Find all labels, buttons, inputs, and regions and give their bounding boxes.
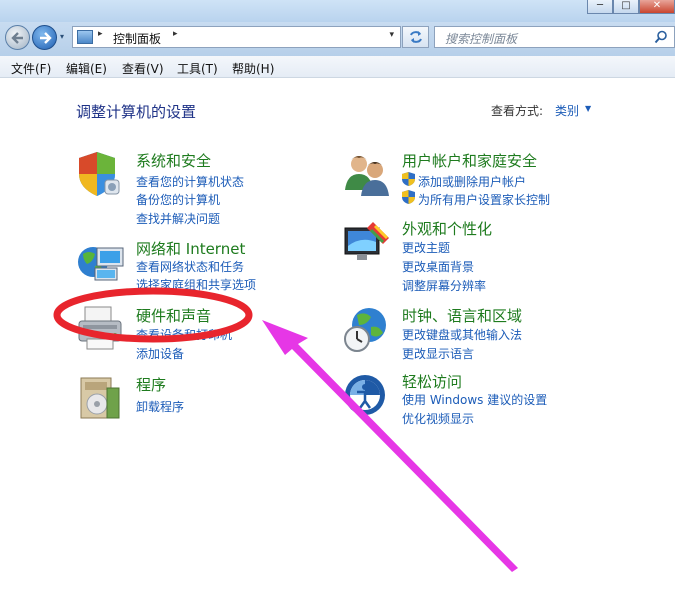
menu-tools[interactable]: 工具(T) (177, 60, 218, 77)
breadcrumb-control-panel[interactable]: 控制面板 (113, 30, 161, 47)
arrow-right-icon (40, 32, 52, 44)
address-dropdown[interactable]: ▾ (389, 30, 394, 40)
recent-pages-dropdown[interactable]: ▾ (60, 30, 70, 44)
category-title[interactable]: 硬件和声音 (136, 305, 211, 326)
view-by-dropdown[interactable]: 类别 (555, 102, 579, 119)
category-title[interactable]: 用户帐户和家庭安全 (402, 150, 537, 171)
link-change-display-language[interactable]: 更改显示语言 (402, 345, 474, 362)
pointer-arrow (262, 320, 518, 572)
programs-icon (80, 377, 120, 419)
link-add-remove-user[interactable]: 添加或删除用户帐户 (418, 173, 526, 190)
search-placeholder: 搜索控制面板 (445, 32, 518, 46)
link-troubleshoot[interactable]: 查找并解决问题 (136, 210, 220, 227)
close-button[interactable]: ✕ (639, 0, 675, 14)
minimize-button[interactable]: ─ (587, 0, 613, 14)
link-change-desktop-background[interactable]: 更改桌面背景 (402, 258, 474, 275)
title-bar: ─ □ ✕ (0, 0, 675, 22)
annotation-overlay (53, 287, 518, 572)
menu-edit[interactable]: 编辑(E) (66, 60, 107, 77)
link-view-computer-status[interactable]: 查看您的计算机状态 (136, 173, 244, 190)
link-homegroup-sharing[interactable]: 选择家庭组和共享选项 (136, 276, 256, 293)
ease-of-access-icon (345, 375, 385, 415)
category-title[interactable]: 时钟、语言和区域 (402, 305, 522, 326)
search-input[interactable]: 搜索控制面板 (434, 26, 675, 48)
arrow-left-icon (11, 32, 23, 44)
menu-help[interactable]: 帮助(H) (232, 60, 274, 77)
menu-view[interactable]: 查看(V) (122, 60, 164, 77)
chevron-down-icon[interactable]: ▼ (585, 104, 591, 113)
link-change-theme[interactable]: 更改主题 (402, 239, 450, 256)
breadcrumb-separator[interactable]: ▸ (98, 29, 103, 39)
link-parental-controls[interactable]: 为所有用户设置家长控制 (418, 191, 550, 208)
category-title[interactable]: 网络和 Internet (136, 238, 245, 259)
forward-button[interactable] (32, 25, 57, 50)
link-backup-computer[interactable]: 备份您的计算机 (136, 191, 220, 208)
link-windows-recommended-settings[interactable]: 使用 Windows 建议的设置 (402, 391, 547, 408)
window-controls: ─ □ ✕ (587, 0, 675, 14)
category-title[interactable]: 程序 (136, 374, 166, 395)
control-panel-icon (77, 30, 93, 44)
address-bar[interactable]: ▸ 控制面板 ▸ ▾ (72, 26, 401, 48)
link-view-network-status[interactable]: 查看网络状态和任务 (136, 258, 244, 275)
refresh-icon (410, 31, 422, 43)
refresh-button[interactable] (402, 26, 429, 48)
link-add-device[interactable]: 添加设备 (136, 345, 184, 362)
view-by-label: 查看方式: (491, 104, 544, 118)
breadcrumb-separator[interactable]: ▸ (173, 29, 178, 39)
menu-bar: 文件(F) 编辑(E) 查看(V) 工具(T) 帮助(H) (0, 56, 675, 78)
network-globe-icon (78, 247, 124, 281)
link-change-keyboard[interactable]: 更改键盘或其他输入法 (402, 326, 522, 343)
users-icon (345, 156, 389, 196)
category-title[interactable]: 外观和个性化 (402, 218, 492, 239)
uac-shield-icon (402, 172, 415, 186)
page-title: 调整计算机的设置 (76, 103, 197, 121)
link-adjust-resolution[interactable]: 调整屏幕分辨率 (402, 277, 486, 294)
link-uninstall-program[interactable]: 卸载程序 (136, 398, 184, 415)
maximize-button[interactable]: □ (613, 0, 639, 14)
link-optimize-visual-display[interactable]: 优化视频显示 (402, 410, 474, 427)
security-shield-icon (79, 152, 120, 196)
navigation-bar: ▾ ▸ 控制面板 ▸ ▾ 搜索控制面板 (0, 22, 675, 56)
category-title[interactable]: 系统和安全 (136, 150, 211, 171)
menu-file[interactable]: 文件(F) (11, 60, 51, 77)
link-devices-printers[interactable]: 查看设备和打印机 (136, 326, 232, 343)
search-icon[interactable] (654, 30, 668, 44)
category-title[interactable]: 轻松访问 (402, 371, 462, 392)
appearance-monitor-icon (344, 222, 389, 260)
uac-shield-icon (402, 190, 415, 204)
clock-globe-icon (344, 308, 386, 352)
printer-icon (78, 306, 122, 350)
back-button[interactable] (5, 25, 30, 50)
